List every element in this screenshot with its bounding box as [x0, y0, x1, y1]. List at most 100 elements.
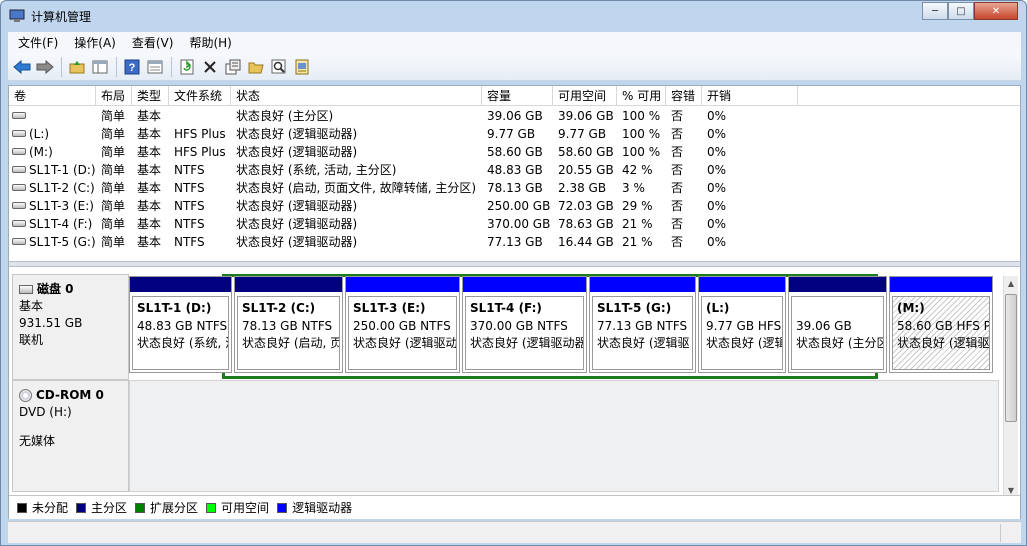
cdrom-0-label[interactable]: CD-ROM 0 DVD (H:) 无媒体 — [12, 380, 129, 492]
cell-text: (L:) — [29, 127, 50, 141]
partition-status: 状态良好 (系统, 活 — [137, 336, 229, 350]
partition-type-bar — [463, 277, 586, 292]
column-overhead[interactable]: 开销 — [702, 86, 798, 106]
column-capacity[interactable]: 容量 — [482, 86, 553, 106]
partition-body: (L:) 9.77 GB HFS 状态良好 (逻辑 — [701, 296, 783, 370]
properties-icon[interactable] — [222, 56, 244, 78]
title-bar[interactable]: 计算机管理 ─ □ ✕ — [1, 1, 1026, 31]
cell-fault-tolerance: 否 — [666, 179, 702, 197]
partition-type-bar — [130, 277, 231, 292]
cdrom-0-partition[interactable] — [129, 380, 999, 492]
legend-item: 扩展分区 — [135, 499, 198, 516]
partition-status: 状态良好 (逻辑驱动 — [353, 336, 457, 350]
disk-map-scrollbar[interactable]: ▲ ▼ — [1003, 276, 1018, 498]
cell-fault-tolerance: 否 — [666, 215, 702, 233]
column-volume[interactable]: 卷 — [9, 86, 96, 106]
back-icon[interactable] — [11, 56, 33, 78]
open-icon[interactable] — [245, 56, 267, 78]
cell-text: 0% — [707, 127, 727, 141]
cdrom-0-name: CD-ROM 0 — [36, 388, 104, 402]
cell-status: 状态良好 (主分区) — [231, 107, 482, 125]
cell-text: 48.83 GB — [487, 163, 543, 177]
cell-text: 否 — [671, 235, 684, 249]
cell-fault-tolerance: 否 — [666, 143, 702, 161]
cell-percent-free: 21 % — [617, 233, 666, 251]
scroll-up-arrow-icon[interactable]: ▲ — [1004, 276, 1018, 291]
column-free-space[interactable]: 可用空间 — [553, 86, 617, 106]
scrollbar-thumb[interactable] — [1005, 294, 1017, 422]
drive-icon — [12, 202, 26, 209]
cell-text: 否 — [671, 217, 684, 231]
partition-name: SL1T-2 (C:) — [242, 301, 316, 315]
forward-icon[interactable] — [34, 56, 56, 78]
partition-block[interactable]: SL1T-3 (E:) 250.00 GB NTFS 状态良好 (逻辑驱动 — [345, 276, 460, 373]
menu-action[interactable]: 操作(A) — [66, 34, 124, 51]
cell-fault-tolerance: 否 — [666, 125, 702, 143]
volume-row[interactable]: (M:) 简单 基本 HFS Plus 状态良好 (逻辑驱动器) 58.60 GB 58.6… — [9, 143, 1020, 161]
cell-filesystem: NTFS — [169, 215, 231, 233]
partition-type-bar — [346, 277, 459, 292]
partition-block[interactable]: (L:) 9.77 GB HFS 状态良好 (逻辑 — [698, 276, 786, 373]
minimize-button[interactable]: ─ — [922, 2, 948, 20]
volume-row[interactable]: SL1T-2 (C:) 简单 基本 NTFS 状态良好 (启动, 页面文件, 故障转储,… — [9, 179, 1020, 197]
cell-filesystem — [169, 107, 231, 125]
export-icon[interactable] — [291, 56, 313, 78]
properties-pane-icon[interactable] — [144, 56, 166, 78]
menu-file[interactable]: 文件(F) — [10, 34, 66, 51]
search-icon[interactable] — [268, 56, 290, 78]
cell-type: 基本 — [132, 107, 169, 125]
refresh-icon[interactable] — [176, 56, 198, 78]
volume-row[interactable]: SL1T-3 (E:) 简单 基本 NTFS 状态良好 (逻辑驱动器) 250.00 GB… — [9, 197, 1020, 215]
legend-label: 可用空间 — [221, 501, 270, 515]
cell-text: SL1T-4 (F:) — [29, 217, 93, 231]
disk-0-label[interactable]: 磁盘 0 基本 931.51 GB 联机 — [12, 274, 129, 380]
cell-text: 77.13 GB — [487, 235, 543, 249]
volume-row[interactable]: 简单 基本 状态良好 (主分区) 39.06 GB 39.06 GB 100 % 否 0% — [9, 107, 1020, 125]
cell-text: 基本 — [137, 199, 162, 213]
cell-text: 简单 — [101, 217, 126, 231]
cell-text: 3 % — [622, 181, 645, 195]
partition-block[interactable]: SL1T-2 (C:) 78.13 GB NTFS 状态良好 (启动, 页 — [234, 276, 343, 373]
cell-type: 基本 — [132, 179, 169, 197]
volume-row[interactable]: (L:) 简单 基本 HFS Plus 状态良好 (逻辑驱动器) 9.77 GB 9.77 … — [9, 125, 1020, 143]
drive-icon — [12, 184, 26, 191]
drive-icon — [12, 220, 26, 227]
help-icon[interactable]: ? — [121, 56, 143, 78]
cell-free-space: 2.38 GB — [553, 179, 617, 197]
partition-block[interactable]: SL1T-4 (F:) 370.00 GB NTFS 状态良好 (逻辑驱动器 — [462, 276, 587, 373]
cell-text: SL1T-5 (G:) — [29, 235, 96, 249]
column-percent-free[interactable]: % 可用 — [617, 86, 666, 106]
disk-0-status: 联机 — [19, 333, 44, 347]
cell-text: NTFS — [174, 163, 205, 177]
volume-row[interactable]: SL1T-1 (D:) 简单 基本 NTFS 状态良好 (系统, 活动, 主分区) 48.… — [9, 161, 1020, 179]
show-hide-tree-icon[interactable] — [89, 56, 111, 78]
cell-text: NTFS — [174, 235, 205, 249]
up-folder-icon[interactable] — [66, 56, 88, 78]
column-layout[interactable]: 布局 — [96, 86, 132, 106]
partition-block[interactable]: SL1T-5 (G:) 77.13 GB NTFS 状态良好 (逻辑驱 — [589, 276, 696, 373]
disk-0-name: 磁盘 0 — [37, 282, 74, 296]
cell-text: 21 % — [622, 217, 653, 231]
volume-row[interactable]: SL1T-5 (G:) 简单 基本 NTFS 状态良好 (逻辑驱动器) 77.13 GB 1… — [9, 233, 1020, 251]
menu-help[interactable]: 帮助(H) — [181, 34, 239, 51]
menu-view[interactable]: 查看(V) — [124, 34, 182, 51]
cell-overhead: 0% — [702, 161, 798, 179]
column-fault-tolerance[interactable]: 容错 — [666, 86, 702, 106]
cell-text: 100 % — [622, 145, 661, 159]
legend-label: 主分区 — [91, 501, 128, 515]
partition-type-bar — [789, 277, 886, 292]
volume-row[interactable]: SL1T-4 (F:) 简单 基本 NTFS 状态良好 (逻辑驱动器) 370.00 GB… — [9, 215, 1020, 233]
partition-block[interactable]: SL1T-1 (D:) 48.83 GB NTFS 状态良好 (系统, 活 — [129, 276, 232, 373]
maximize-button[interactable]: □ — [948, 2, 974, 20]
column-type[interactable]: 类型 — [132, 86, 169, 106]
partition-name: (L:) — [706, 301, 730, 315]
delete-icon[interactable] — [199, 56, 221, 78]
column-filesystem[interactable]: 文件系统 — [169, 86, 231, 106]
column-status[interactable]: 状态 — [231, 86, 482, 106]
cell-text: 基本 — [137, 181, 162, 195]
partition-block[interactable]: (M:) 58.60 GB HFS P 状态良好 (逻辑驱 — [889, 276, 993, 373]
partition-block[interactable]: 39.06 GB 状态良好 (主分区 — [788, 276, 887, 373]
cell-text: 9.77 GB — [487, 127, 536, 141]
cell-overhead: 0% — [702, 143, 798, 161]
close-button[interactable]: ✕ — [974, 2, 1018, 20]
